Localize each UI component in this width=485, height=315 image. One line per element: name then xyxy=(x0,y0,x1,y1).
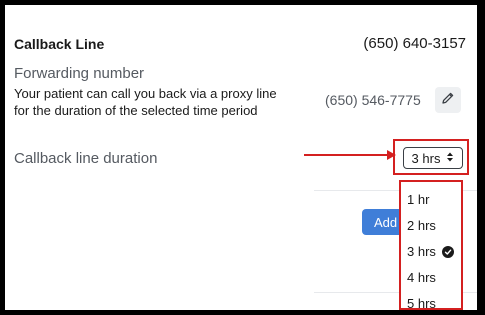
updown-chevron-icon xyxy=(446,151,454,166)
callback-line-label: Callback Line xyxy=(14,36,105,52)
option-5-hrs[interactable]: 5 hrs xyxy=(407,296,436,310)
duration-dropdown: 1 hr 2 hrs 3 hrs 4 hrs 5 hrs xyxy=(399,180,463,310)
annotation-arrow xyxy=(304,154,388,156)
edit-forwarding-button[interactable] xyxy=(435,87,461,113)
forwarding-number-value: (650) 546-7775 xyxy=(325,92,421,108)
pencil-icon xyxy=(441,91,455,110)
forwarding-number-label: Forwarding number xyxy=(14,65,145,82)
option-3-hrs[interactable]: 3 hrs xyxy=(407,244,454,259)
duration-select[interactable]: 3 hrs xyxy=(403,147,463,169)
callback-duration-label: Callback line duration xyxy=(14,150,158,167)
option-label: 3 hrs xyxy=(407,244,436,259)
option-4-hrs[interactable]: 4 hrs xyxy=(407,270,436,285)
option-label: 2 hrs xyxy=(407,218,436,233)
option-label: 4 hrs xyxy=(407,270,436,285)
option-2-hrs[interactable]: 2 hrs xyxy=(407,218,436,233)
checkmark-icon xyxy=(441,245,454,258)
duration-selected-value: 3 hrs xyxy=(411,150,441,166)
option-1-hr[interactable]: 1 hr xyxy=(407,192,429,207)
option-label: 5 hrs xyxy=(407,296,436,310)
callback-settings-panel: Callback Line (650) 640-3157 Forwarding … xyxy=(5,5,477,310)
callback-line-number: (650) 640-3157 xyxy=(363,35,466,52)
forwarding-number-description: Your patient can call you back via a pro… xyxy=(14,86,277,118)
option-label: 1 hr xyxy=(407,192,430,207)
